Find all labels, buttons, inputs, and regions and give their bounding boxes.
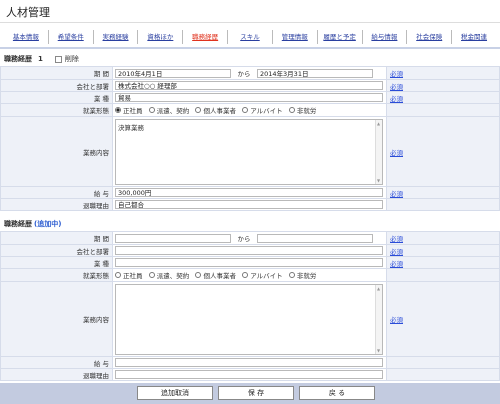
salary-label: 給 与 <box>0 186 113 199</box>
radio-icon <box>148 272 155 278</box>
company-input[interactable]: 株式会社○○ 経理部 <box>115 81 383 90</box>
employment-option-unemployed[interactable]: 非就労 <box>288 105 316 115</box>
required-link[interactable]: 必須 <box>390 95 403 103</box>
company-input[interactable] <box>115 246 383 255</box>
employment-option-dispatch[interactable]: 派遣、契約 <box>148 105 189 115</box>
employment-option-dispatch[interactable]: 派遣、契約 <box>148 270 189 280</box>
tab-basic-info[interactable]: 基本情報 <box>4 30 49 44</box>
record1-number: 1 <box>38 55 43 63</box>
salary-input[interactable]: 300,000円 <box>115 188 383 197</box>
period-to-input[interactable] <box>257 233 373 243</box>
employment-option-fulltime[interactable]: 正社員 <box>115 105 143 115</box>
tab-qualifications[interactable]: 資格ほか <box>138 30 184 44</box>
record1-header: 職務経歴 1 削除 <box>0 53 500 65</box>
radio-icon <box>195 272 202 278</box>
tab-tax[interactable]: 税金関連 <box>452 30 496 44</box>
industry-label: 業 種 <box>0 256 113 269</box>
tab-bar: 基本情報 希望条件 実務経験 資格ほか 職務経歴 スキル 管理情報 履歴と予定 … <box>4 30 496 44</box>
period-label: 期 間 <box>0 231 113 245</box>
textarea-scrollbar[interactable] <box>375 284 382 354</box>
record1-heading: 職務経歴 <box>4 55 32 63</box>
save-button[interactable]: 保 存 <box>218 386 294 400</box>
employment-option-self-employed[interactable]: 個人事業者 <box>195 270 236 280</box>
required-link[interactable]: 必須 <box>390 83 403 91</box>
employment-option-unemployed[interactable]: 非就労 <box>288 270 316 280</box>
tab-desired-conditions[interactable]: 希望条件 <box>49 30 94 44</box>
radio-icon <box>148 107 155 113</box>
reason-input[interactable] <box>115 370 383 379</box>
required-link[interactable]: 必須 <box>390 70 403 78</box>
tab-social-insurance[interactable]: 社会保険 <box>407 30 453 44</box>
period-from-input[interactable] <box>115 233 231 243</box>
required-link[interactable]: 必須 <box>390 190 403 198</box>
industry-label: 業 種 <box>0 91 113 104</box>
duties-label: 業務内容 <box>0 281 113 357</box>
industry-input[interactable]: 貿易 <box>115 93 383 102</box>
period-from-input[interactable]: 2010年4月1日 <box>115 68 231 78</box>
employment-option-fulltime[interactable]: 正社員 <box>115 270 143 280</box>
employment-option-self-employed[interactable]: 個人事業者 <box>195 105 236 115</box>
duties-label: 業務内容 <box>0 116 113 187</box>
record2-heading: 職務経歴 <box>4 220 32 228</box>
record2-form: 期 間 から 必須 会社と部署 必須 業 種 必須 就業形態 正社員 派遣、契約… <box>0 231 500 381</box>
employment-label: 就業形態 <box>0 268 113 282</box>
radio-icon <box>242 107 249 113</box>
tab-history-schedule[interactable]: 履歴と予定 <box>318 30 363 44</box>
salary-input[interactable] <box>115 358 383 367</box>
duties-textarea[interactable] <box>115 283 383 355</box>
duties-textarea[interactable]: 決算業務 <box>115 118 383 185</box>
company-label: 会社と部署 <box>0 244 113 257</box>
radio-icon <box>288 272 295 278</box>
page-title: 人材管理 <box>6 6 50 19</box>
employment-option-parttime[interactable]: アルバイト <box>242 105 283 115</box>
textarea-scrollbar[interactable] <box>375 119 382 184</box>
back-button[interactable]: 戻 る <box>299 386 375 400</box>
company-label: 会社と部署 <box>0 79 113 92</box>
employment-label: 就業形態 <box>0 103 113 117</box>
employment-option-parttime[interactable]: アルバイト <box>242 270 283 280</box>
duties-text: 決算業務 <box>118 123 144 132</box>
period-to-input[interactable]: 2014年3月31日 <box>257 68 373 78</box>
required-link[interactable]: 必須 <box>390 248 403 256</box>
period-label: 期 間 <box>0 66 113 80</box>
required-link[interactable]: 必須 <box>390 149 403 157</box>
reason-input[interactable]: 自己都合 <box>115 200 383 209</box>
period-separator: から <box>237 235 251 243</box>
tabs-divider <box>0 47 500 49</box>
record1-form: 期 間 2010年4月1日 から 2014年3月31日 必須 会社と部署 株式会社○… <box>0 66 500 211</box>
required-link[interactable]: 必須 <box>390 260 403 268</box>
record1-delete-label: 削除 <box>64 55 79 63</box>
tab-career-history[interactable]: 職務経歴 <box>183 30 229 44</box>
salary-label: 給 与 <box>0 356 113 369</box>
cancel-add-button[interactable]: 追加取消 <box>137 386 213 400</box>
tab-work-experience[interactable]: 実務経験 <box>94 30 139 44</box>
reason-label: 退職理由 <box>0 368 113 381</box>
tab-salary-info[interactable]: 給与情報 <box>363 30 408 44</box>
tab-management-info[interactable]: 管理情報 <box>273 30 318 44</box>
record1-delete-checkbox[interactable] <box>54 55 62 63</box>
required-link[interactable]: 必須 <box>390 235 403 243</box>
reason-label: 退職理由 <box>0 198 113 211</box>
period-separator: から <box>237 70 251 78</box>
radio-icon <box>115 272 121 278</box>
radio-icon <box>288 107 295 113</box>
radio-checked-icon <box>115 107 121 113</box>
industry-input[interactable] <box>115 258 383 267</box>
tab-skills[interactable]: スキル <box>228 30 273 44</box>
title-divider <box>0 22 500 23</box>
radio-icon <box>195 107 202 113</box>
record2-adding-badge: (追加中) <box>34 220 62 228</box>
radio-icon <box>242 272 249 278</box>
required-link[interactable]: 必須 <box>390 316 403 324</box>
record2-header: 職務経歴 (追加中) <box>0 218 500 230</box>
